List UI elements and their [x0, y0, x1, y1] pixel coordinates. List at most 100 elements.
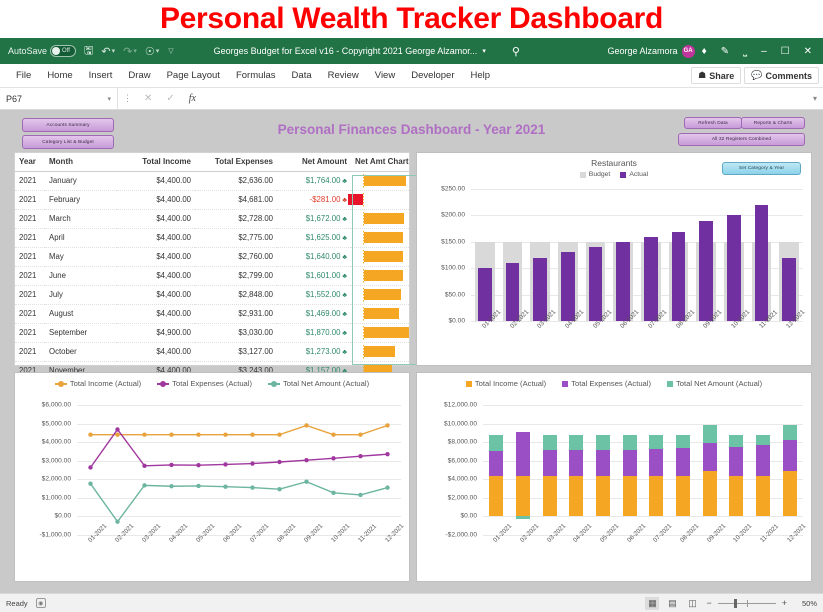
tab-help[interactable]: Help [463, 64, 499, 88]
minimize-button[interactable]: – [754, 46, 774, 57]
y-axis-tick-label: $250.00 [441, 185, 465, 193]
line-data-point [196, 432, 201, 437]
cancel-icon[interactable]: ✕ [137, 93, 159, 104]
ribbon-tabs: File Home Insert Draw Page Layout Formul… [0, 64, 823, 88]
tab-home[interactable]: Home [39, 64, 80, 88]
search-icon[interactable]: ⚲ [512, 45, 520, 58]
cell-expenses: $2,760.00 [195, 247, 277, 267]
page-layout-view-icon[interactable]: ▤ [665, 597, 679, 610]
tab-formulas[interactable]: Formulas [228, 64, 284, 88]
table-row[interactable]: 2021 July $4,400.00 $2,848.00 $1,552.00 ♣ [15, 285, 409, 305]
zoom-in-button[interactable]: + [778, 598, 791, 608]
line-data-point [196, 483, 201, 489]
cell-net-amount: $1,764.00 ♣ [277, 171, 351, 191]
zoom-level-label[interactable]: 50% [797, 599, 817, 608]
cell-net-bar [351, 342, 409, 362]
touch-mode-button[interactable]: ☉ ▾ [141, 41, 163, 61]
set-category-year-button[interactable]: Set Category & Year [722, 162, 801, 175]
zoom-slider-midpoint [746, 599, 748, 607]
undo-button[interactable]: ↶ ▾ [97, 41, 119, 61]
x-axis-tick-label: 05-2021 [599, 522, 621, 544]
legend-label-net-stacked: Total Net Amount (Actual) [676, 379, 763, 388]
zoom-out-button[interactable]: − [702, 598, 715, 608]
data-bar-positive [364, 327, 409, 339]
name-box-chevron-down-icon[interactable]: ▾ [107, 95, 111, 103]
customize-quick-access-button[interactable]: ▽ [163, 41, 177, 61]
data-bar-positive [364, 308, 400, 320]
close-button[interactable]: ✕ [797, 46, 819, 57]
table-row[interactable]: 2021 January $4,400.00 $2,636.00 $1,764.00 ♣ [15, 171, 409, 191]
cell-month: October [45, 342, 117, 362]
avatar[interactable]: GA [681, 44, 695, 58]
table-row[interactable]: 2021 September $4,900.00 $3,030.00 $1,870.00… [15, 323, 409, 343]
tab-developer[interactable]: Developer [403, 64, 462, 88]
line-data-point [385, 452, 390, 457]
formula-bar-expand-chevron-down-icon[interactable]: ▾ [813, 94, 823, 103]
accounts-summary-button[interactable]: Accounts Summary [22, 118, 114, 132]
confirm-icon[interactable]: ✓ [159, 93, 181, 104]
name-box[interactable]: P67 ▾ [0, 88, 118, 109]
data-bar-positive [364, 270, 403, 282]
arrow-up-icon: ♣ [342, 349, 347, 357]
legend-swatch-income-stacked [465, 380, 472, 387]
tab-data[interactable]: Data [284, 64, 320, 88]
category-list-budget-button[interactable]: Category List & Budget [22, 135, 114, 149]
table-row[interactable]: 2021 April $4,400.00 $2,775.00 $1,625.00 ♣ [15, 228, 409, 248]
normal-view-icon[interactable]: ▦ [645, 596, 660, 610]
cell-expenses: $4,681.00 [195, 190, 277, 210]
table-row[interactable]: 2021 March $4,400.00 $2,728.00 $1,672.00 ♣ [15, 209, 409, 229]
pen-icon[interactable]: ✎ [714, 46, 736, 57]
tab-view[interactable]: View [367, 64, 403, 88]
line-data-point [358, 432, 363, 437]
page-break-view-icon[interactable]: ◫ [685, 597, 699, 610]
tab-insert[interactable]: Insert [81, 64, 121, 88]
cell-net-amount: -$281.00 ♣ [277, 190, 351, 210]
chevron-down-icon-touch[interactable]: ▾ [156, 47, 160, 55]
chevron-down-icon[interactable]: ▾ [112, 47, 116, 55]
share-button[interactable]: ☗ Share [691, 67, 742, 84]
tab-review[interactable]: Review [320, 64, 367, 88]
tab-file[interactable]: File [8, 64, 39, 88]
cell-month: March [45, 209, 117, 229]
formula-bar-more-icon[interactable]: ⋮ [118, 93, 137, 104]
line-series [90, 424, 388, 436]
refresh-data-button[interactable]: Refresh Data [684, 117, 742, 129]
all-registers-combined-button[interactable]: All 32 Registers Combined [678, 133, 805, 146]
comments-button[interactable]: 💬 Comments [744, 67, 819, 84]
cell-month: May [45, 247, 117, 267]
autosave-label: AutoSave [8, 46, 48, 56]
tab-page-layout[interactable]: Page Layout [159, 64, 228, 88]
maximize-button[interactable]: ☐ [774, 46, 797, 57]
table-row[interactable]: 2021 May $4,400.00 $2,760.00 $1,640.00 ♣ [15, 247, 409, 267]
reports-charts-button[interactable]: Reports & Charts [741, 117, 805, 129]
stacked-segment [489, 475, 504, 517]
autosave-control[interactable]: AutoSave Off [4, 41, 80, 61]
line-data-point [223, 462, 228, 467]
table-row[interactable]: 2021 October $4,400.00 $3,127.00 $1,273.00 ♣ [15, 342, 409, 362]
ribbon-display-options-icon[interactable]: ⎵ [736, 46, 754, 57]
save-button[interactable]: 🖫 [80, 41, 97, 61]
formula-input[interactable] [203, 88, 813, 109]
arrow-up-icon: ♣ [342, 292, 347, 300]
x-axis-tick-label: 08-2021 [679, 522, 701, 544]
document-title-chevron-down-icon[interactable]: ▾ [482, 47, 486, 55]
zoom-slider[interactable] [717, 598, 776, 608]
line-data-point [88, 432, 93, 437]
autosave-toggle[interactable]: Off [50, 45, 77, 57]
table-row[interactable]: 2021 June $4,400.00 $2,799.00 $1,601.00 ♣ [15, 266, 409, 286]
record-macro-icon[interactable]: ◉ [35, 598, 46, 608]
arrow-up-icon: ♣ [342, 178, 347, 186]
table-row[interactable]: 2021 August $4,400.00 $2,931.00 $1,469.00 ♣ [15, 304, 409, 324]
zoom-slider-handle[interactable] [733, 598, 737, 608]
stacked-segment [516, 475, 530, 517]
table-row[interactable]: 2021 February $4,400.00 $4,681.00 -$281.00 ♣ [15, 190, 409, 210]
cell-year: 2021 [15, 304, 45, 324]
insert-function-icon[interactable]: fx [182, 93, 203, 104]
diamond-icon[interactable]: ♦ [695, 46, 714, 57]
x-axis-tick-label: 10-2021 [732, 522, 754, 544]
line-data-point [196, 462, 201, 468]
tab-draw[interactable]: Draw [120, 64, 158, 88]
cell-income: $4,400.00 [117, 266, 195, 286]
redo-button[interactable]: ↷ ▾ [119, 41, 141, 61]
bar-actual [505, 262, 520, 321]
